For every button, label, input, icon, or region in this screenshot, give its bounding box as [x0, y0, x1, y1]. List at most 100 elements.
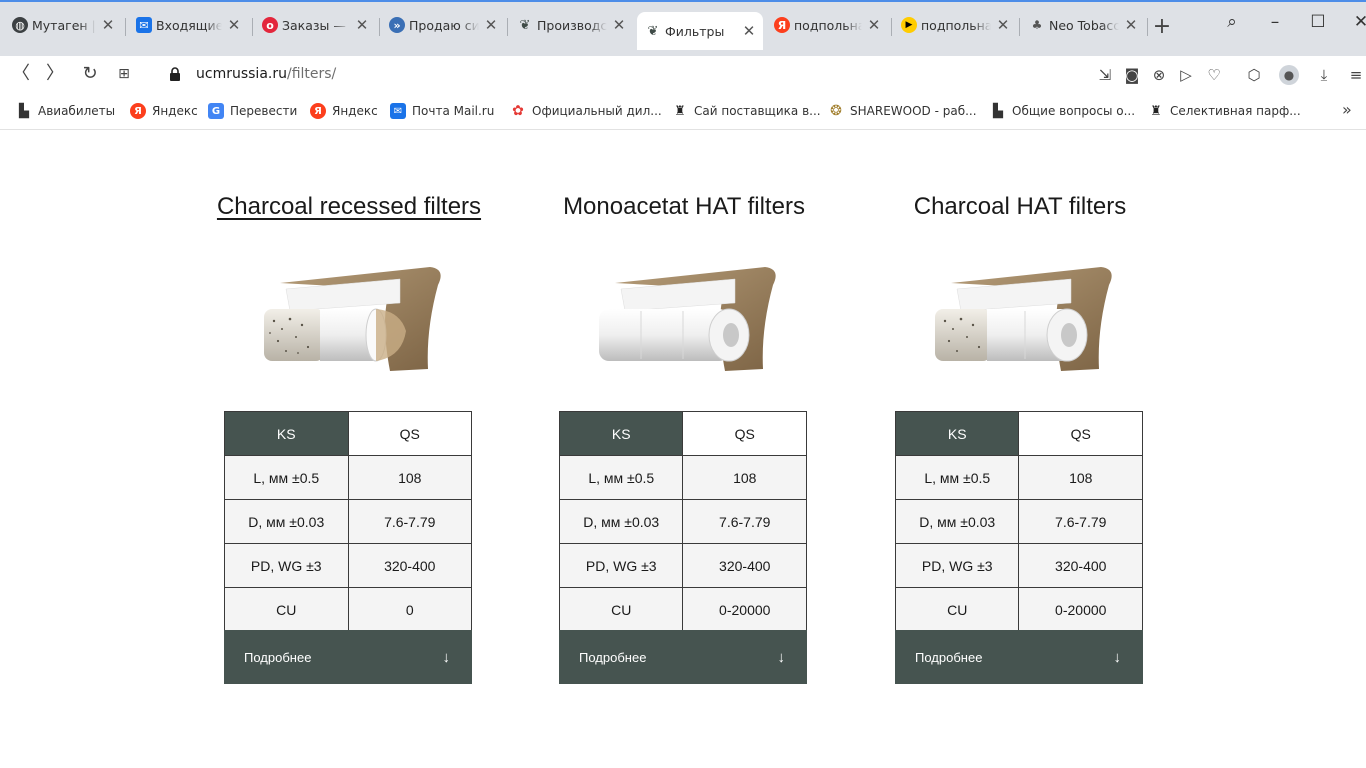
- mail-icon: ✉: [390, 103, 406, 119]
- arrow-down-icon: ↓: [442, 648, 451, 666]
- tab-title: Neo Tobacc: [1049, 17, 1119, 33]
- more-details-label: Подробнее: [915, 649, 983, 665]
- column-header-qs[interactable]: QS: [682, 411, 807, 456]
- spec-value: 320-400: [347, 543, 473, 588]
- tab-0[interactable]: ◍ Мутаген | С ✕: [4, 10, 122, 40]
- tab-8[interactable]: ♣ Neo Tobacc ✕: [1021, 10, 1145, 40]
- tab-title: подпольна: [921, 17, 991, 33]
- translate-icon: G: [208, 103, 224, 119]
- adblock-icon[interactable]: ⊗: [1149, 65, 1169, 85]
- bookmark-item[interactable]: ▙ Общие вопросы о...: [990, 101, 1135, 121]
- product-title[interactable]: Monoacetat HAT filters: [529, 193, 839, 221]
- spec-value: 7.6-7.79: [347, 499, 473, 544]
- bookmark-item[interactable]: G Перевести: [208, 101, 297, 121]
- address-bar[interactable]: ucmrussia.ru/filters/: [160, 60, 1080, 88]
- maximize-button[interactable]: ☐: [1303, 12, 1333, 32]
- vape-icon: ♜: [1150, 103, 1162, 119]
- yandex-icon: Я: [310, 103, 326, 119]
- column-header-qs[interactable]: QS: [1018, 411, 1143, 456]
- bookmark-label: Селективная парф...: [1170, 104, 1301, 118]
- close-icon[interactable]: ✕: [741, 22, 757, 40]
- close-icon[interactable]: ✕: [611, 16, 627, 34]
- globe-icon: ◍: [12, 17, 28, 33]
- bookmark-label: Яндекс: [332, 104, 378, 118]
- tab-7[interactable]: ▶ подпольна ✕: [893, 10, 1017, 40]
- filter-image-charcoal-recessed: [264, 267, 441, 371]
- bookmarks-overflow-icon[interactable]: »: [1342, 100, 1352, 119]
- bookmark-label: Официальный дил...: [532, 104, 662, 118]
- bookmark-item[interactable]: ✉ Почта Mail.ru: [390, 101, 494, 121]
- more-details-button[interactable]: Подробнее ↓: [895, 630, 1143, 684]
- spec-label: PD, WG ±3: [224, 543, 349, 588]
- product-title-link[interactable]: Charcoal recessed filters: [194, 193, 504, 221]
- avatar[interactable]: ●: [1279, 65, 1299, 85]
- spec-value: 0-20000: [682, 587, 807, 632]
- close-icon[interactable]: ✕: [483, 16, 499, 34]
- product-title[interactable]: Charcoal HAT filters: [865, 193, 1175, 221]
- menu-icon[interactable]: ≡: [1346, 65, 1366, 85]
- search-tabs-icon[interactable]: ⌕: [1217, 12, 1247, 32]
- filter-image-monoacetat-hat: [599, 267, 776, 371]
- close-icon[interactable]: ✕: [100, 16, 116, 34]
- more-details-label: Подробнее: [579, 649, 647, 665]
- tab-2[interactable]: o Заказы — С ✕: [254, 10, 376, 40]
- tab-separator: [1019, 18, 1020, 36]
- close-icon[interactable]: ✕: [995, 16, 1011, 34]
- forward-button[interactable]: 〉: [42, 61, 68, 87]
- bookmark-item[interactable]: ✿ Официальный дил...: [510, 101, 662, 121]
- url-path: /filters/: [286, 66, 337, 82]
- bookmark-item[interactable]: Я Яндекс: [310, 101, 378, 121]
- flower-icon: ✿: [512, 103, 524, 119]
- close-window-button[interactable]: ✕: [1346, 12, 1366, 32]
- tab-active[interactable]: ❦ Фильтры ✕: [637, 12, 763, 50]
- close-icon[interactable]: ✕: [354, 16, 370, 34]
- spec-label: D, мм ±0.03: [894, 499, 1020, 544]
- column-header-ks[interactable]: KS: [224, 411, 349, 456]
- bookmark-item[interactable]: ❂ SHAREWOOD - раб...: [828, 101, 976, 121]
- spec-value: 108: [347, 455, 473, 500]
- bookmark-item[interactable]: Я Яндекс: [130, 101, 198, 121]
- bookmark-label: Перевести: [230, 104, 298, 118]
- share-icon[interactable]: ⇲: [1095, 65, 1115, 85]
- spec-value: 0: [347, 587, 473, 632]
- heart-icon[interactable]: ♡: [1204, 65, 1224, 85]
- camera-icon[interactable]: ◙: [1122, 65, 1142, 85]
- bookmark-item[interactable]: ▙ Авиабилеты: [16, 101, 115, 121]
- page-icon: ▙: [19, 103, 29, 119]
- more-details-button[interactable]: Подробнее ↓: [559, 630, 807, 684]
- table-row: L, мм ±0.5 108: [224, 455, 473, 500]
- close-icon[interactable]: ✕: [1123, 16, 1139, 34]
- spec-value: 108: [682, 455, 807, 500]
- spec-label: D, мм ±0.03: [558, 499, 684, 544]
- back-button[interactable]: 〈: [8, 61, 34, 87]
- column-header-qs[interactable]: QS: [347, 411, 473, 456]
- table-row: PD, WG ±3 320-400: [558, 543, 807, 588]
- send-icon[interactable]: ▷: [1176, 65, 1196, 85]
- new-tab-button[interactable]: +: [1150, 14, 1174, 39]
- close-icon[interactable]: ✕: [226, 16, 242, 34]
- download-icon[interactable]: ⤓: [1314, 65, 1334, 85]
- tab-separator: [125, 18, 126, 36]
- column-header-ks[interactable]: KS: [894, 411, 1020, 456]
- column-header-ks[interactable]: KS: [558, 411, 684, 456]
- minimize-button[interactable]: –: [1260, 12, 1290, 32]
- tab-3[interactable]: » Продаю си ✕: [381, 10, 505, 40]
- extensions-icon[interactable]: ⬡: [1244, 65, 1264, 85]
- tab-title: Фильтры: [665, 23, 725, 39]
- speed-dial-icon[interactable]: ⊞: [111, 61, 137, 87]
- spec-table: KS QS L, мм ±0.5 108 D, мм ±0.03 7.6-7.7…: [224, 411, 473, 632]
- bookmark-item[interactable]: ♜ Селективная парф...: [1148, 101, 1301, 121]
- tab-strip: ◍ Мутаген | С ✕ ✉ Входящие - ✕ o Заказы …: [0, 0, 1366, 56]
- tab-1[interactable]: ✉ Входящие - ✕: [128, 10, 248, 40]
- more-details-button[interactable]: Подробнее ↓: [224, 630, 472, 684]
- close-icon[interactable]: ✕: [866, 16, 882, 34]
- bookmark-item[interactable]: ♜ Сай поставщика в...: [672, 101, 820, 121]
- tab-separator: [507, 18, 508, 36]
- bookmark-label: Авиабилеты: [38, 104, 116, 118]
- spec-label: L, мм ±0.5: [894, 455, 1020, 500]
- tab-4[interactable]: ❦ Производс ✕: [509, 10, 633, 40]
- reload-button[interactable]: ↻: [77, 61, 103, 87]
- tab-6[interactable]: Я подпольна ✕: [766, 10, 888, 40]
- table-row: PD, WG ±3 320-400: [224, 543, 473, 588]
- filter-image-charcoal-hat: [935, 267, 1112, 371]
